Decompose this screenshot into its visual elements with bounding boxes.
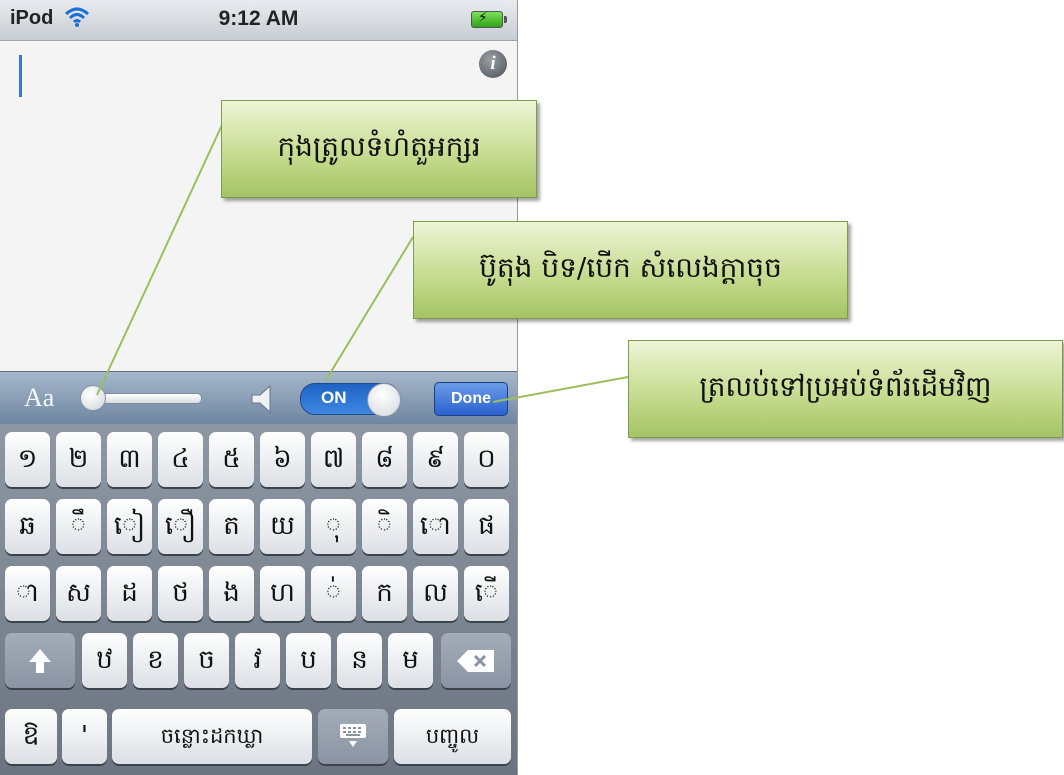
backspace-icon — [457, 650, 494, 672]
shift-arrow-icon — [29, 649, 51, 673]
key[interactable]: ល — [413, 566, 458, 621]
key[interactable]: វ — [235, 633, 280, 688]
key[interactable]: ៧ — [311, 432, 356, 487]
font-size-slider-thumb[interactable] — [80, 385, 106, 411]
key[interactable]: ២ — [56, 432, 101, 487]
key[interactable]: ក — [362, 566, 407, 621]
mode-key[interactable]: ឱ — [5, 709, 57, 764]
key[interactable]: ដ — [107, 566, 152, 621]
sound-callout: ប៊ូតុង បិទ/បើក សំលេងក្ដាចុច — [413, 221, 848, 319]
key[interactable]: ឆ — [5, 499, 50, 554]
done-callout: ត្រលប់ទៅប្រអប់ទំព័រដើមវិញ — [628, 340, 1063, 438]
text-editor-area[interactable]: i — [0, 41, 517, 371]
key[interactable]: ឹ — [56, 499, 101, 554]
key[interactable]: ប — [286, 633, 331, 688]
charging-bolt-icon: ⚡ — [478, 10, 488, 26]
key[interactable]: ់ — [311, 566, 356, 621]
key[interactable]: ថ — [158, 566, 203, 621]
done-button[interactable]: Done — [434, 382, 508, 416]
clock: 9:12 AM — [218, 7, 299, 30]
key[interactable]: ៤ — [158, 432, 203, 487]
delete-key[interactable] — [441, 633, 511, 688]
done-callout-text: ត្រលប់ទៅប្រអប់ទំព័រដើមវិញ — [699, 369, 992, 403]
key[interactable]: ង — [209, 566, 254, 621]
key[interactable]: ឿ — [158, 499, 203, 554]
key[interactable]: ១ — [5, 432, 50, 487]
key[interactable]: ៣ — [107, 432, 152, 487]
key[interactable]: ៀ — [107, 499, 152, 554]
font-size-label: Aa — [24, 383, 55, 412]
keyboard-toolbar: Aa ON Done — [0, 371, 517, 425]
key[interactable]: ុ — [311, 499, 356, 554]
keyboard-switch-key[interactable] — [318, 709, 388, 764]
enter-key[interactable]: បញ្ចូល — [394, 709, 511, 764]
font-size-callout-text: កុងត្រូលទំហំតួអក្សរ — [277, 129, 481, 163]
key[interactable]: ស — [56, 566, 101, 621]
shift-key[interactable] — [5, 633, 75, 688]
key[interactable]: ៦ — [260, 432, 305, 487]
toggle-knob — [367, 383, 401, 417]
apostrophe-key[interactable]: ' — [62, 709, 107, 764]
text-cursor — [19, 55, 22, 97]
sound-toggle[interactable]: ON — [300, 383, 401, 417]
key[interactable]: ៨ — [362, 432, 407, 487]
status-bar: iPod 9:12 AM ⚡ — [0, 0, 517, 41]
key[interactable]: ផ — [464, 499, 509, 554]
info-button[interactable]: i — [479, 50, 507, 78]
key[interactable]: ត — [209, 499, 254, 554]
key[interactable]: ៥ — [209, 432, 254, 487]
key[interactable]: ៩ — [413, 432, 458, 487]
key[interactable]: ហ — [260, 566, 305, 621]
keyboard-icon — [340, 724, 366, 747]
key[interactable]: ើ — [464, 566, 509, 621]
key[interactable]: ខ — [133, 633, 178, 688]
khmer-keyboard: ១ ២ ៣ ៤ ៥ ៦ ៧ ៨ ៩ ០ ឆ ឹ ៀ ឿ ត យ ុ ិ ោ ផ … — [0, 424, 517, 775]
key[interactable]: ០ — [464, 432, 509, 487]
key[interactable]: ិ — [362, 499, 407, 554]
key[interactable]: យ — [260, 499, 305, 554]
key[interactable]: ន — [337, 633, 382, 688]
key[interactable]: ច — [184, 633, 229, 688]
key[interactable]: ោ — [413, 499, 458, 554]
key[interactable]: ម — [388, 633, 433, 688]
battery-icon: ⚡ — [471, 10, 507, 28]
space-key[interactable]: ចន្លោះដកឃ្លា — [112, 709, 312, 764]
speaker-icon — [246, 381, 280, 419]
toggle-state-label: ON — [321, 388, 347, 407]
sound-callout-text: ប៊ូតុង បិទ/បើក សំលេងក្ដាចុច — [479, 250, 782, 284]
key[interactable]: ា — [5, 566, 50, 621]
key[interactable]: ឋ — [82, 633, 127, 688]
font-size-callout: កុងត្រូលទំហំតួអក្សរ — [221, 100, 537, 198]
